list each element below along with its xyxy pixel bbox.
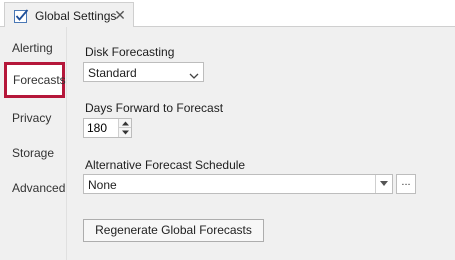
regenerate-global-forecasts-button[interactable]: Regenerate Global Forecasts: [83, 219, 264, 242]
days-forward-input[interactable]: [84, 119, 117, 137]
sidebar-item-alerting[interactable]: Alerting: [0, 37, 66, 59]
sidebar-item-label: Forecasts: [13, 73, 66, 87]
tab-global-settings[interactable]: Global Settings ✕: [4, 2, 134, 28]
settings-sidebar: Alerting Forecasts Privacy Storage Advan…: [0, 27, 66, 260]
browse-schedule-button[interactable]: ...: [396, 174, 416, 194]
spin-down-button[interactable]: [118, 128, 131, 137]
sidebar-item-forecasts[interactable]: Forecasts: [4, 62, 66, 98]
disk-forecasting-select[interactable]: Standard: [83, 62, 204, 82]
disk-forecasting-value: Standard: [88, 66, 137, 80]
alt-schedule-select[interactable]: None: [83, 174, 393, 194]
alt-schedule-label: Alternative Forecast Schedule: [85, 158, 246, 172]
tab-strip: Global Settings ✕: [0, 0, 455, 28]
sidebar-item-label: Privacy: [12, 111, 52, 125]
global-settings-window: Global Settings ✕ Alerting Forecasts Pri…: [0, 0, 455, 260]
sidebar-item-advanced[interactable]: Advanced: [0, 177, 66, 199]
tab-title: Global Settings: [35, 9, 117, 23]
triangle-down-icon: [380, 181, 388, 186]
sidebar-item-privacy[interactable]: Privacy: [0, 107, 66, 129]
forecasts-panel: Disk Forecasting Standard Days Forward t…: [66, 27, 455, 260]
sidebar-item-label: Advanced: [12, 181, 66, 195]
dropdown-button[interactable]: [375, 175, 392, 193]
days-forward-stepper: [83, 118, 132, 138]
disk-forecasting-label: Disk Forecasting: [85, 45, 175, 59]
spin-up-button[interactable]: [118, 119, 131, 128]
sidebar-item-label: Storage: [12, 146, 55, 160]
sidebar-item-storage[interactable]: Storage: [0, 142, 66, 164]
sidebar-item-label: Alerting: [12, 41, 53, 55]
settings-checklist-icon: [14, 9, 29, 23]
close-icon[interactable]: ✕: [113, 7, 127, 23]
chevron-down-icon: [189, 69, 199, 79]
alt-schedule-value: None: [88, 178, 117, 192]
days-forward-label: Days Forward to Forecast: [85, 101, 224, 115]
